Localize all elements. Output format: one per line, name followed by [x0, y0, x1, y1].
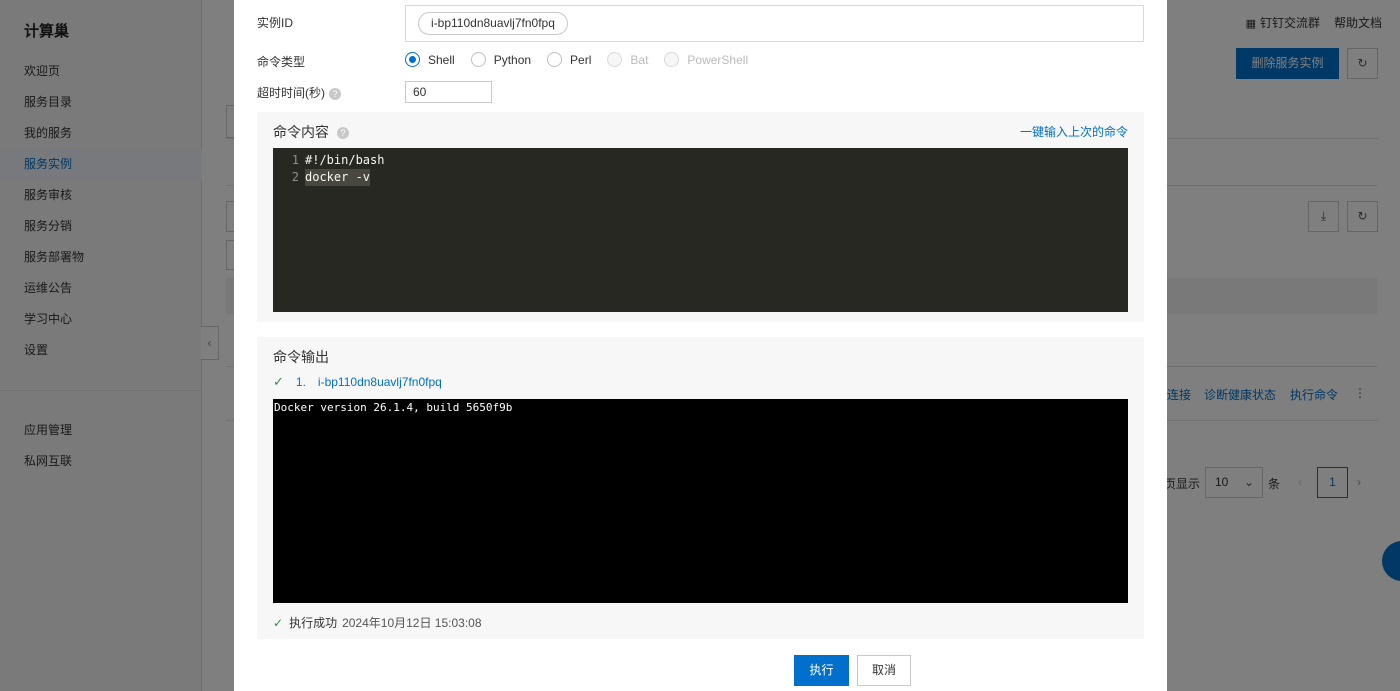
code-line: 1 #!/bin/bash — [291, 153, 385, 167]
status-time: 2024年10月12日 15:03:08 — [342, 616, 482, 630]
instance-id-tag: i-bp110dn8uavlj7fn0fpq — [418, 12, 568, 35]
code-editor[interactable]: 1 #!/bin/bash 2 docker -v — [273, 148, 1128, 312]
output-index: 1. — [295, 375, 306, 389]
check-icon: ✓ — [273, 374, 284, 389]
command-type-radio-group: Shell Python Perl Bat PowerShell — [405, 52, 764, 67]
load-last-command-link[interactable]: 一键输入上次的命令 — [1020, 123, 1128, 140]
output-terminal: Docker version 26.1.4, build 5650f9b — [273, 399, 1128, 603]
help-icon[interactable]: ? — [337, 127, 349, 140]
run-command-dialog: 实例ID i-bp110dn8uavlj7fn0fpq 命令类型 Shell P… — [234, 0, 1167, 691]
instance-id-label: 实例ID — [257, 16, 294, 30]
radio-perl[interactable]: Perl — [547, 52, 591, 67]
execute-button[interactable]: 执行 — [794, 655, 849, 686]
instance-id-field[interactable]: i-bp110dn8uavlj7fn0fpq — [405, 5, 1144, 42]
timeout-label: 超时时间(秒)? — [257, 84, 341, 101]
command-content-title: 命令内容? — [273, 122, 349, 142]
help-icon[interactable]: ? — [329, 87, 341, 100]
code-line: 2 docker -v — [291, 169, 371, 186]
execution-status: ✓ 执行成功 2024年10月12日 15:03:08 — [273, 614, 482, 631]
status-text: 执行成功 — [289, 616, 338, 630]
command-content-panel: 命令内容? 一键输入上次的命令 1 #!/bin/bash 2 docker -… — [257, 112, 1144, 322]
command-output-title: 命令输出 — [273, 349, 329, 365]
radio-shell[interactable]: Shell — [405, 52, 455, 67]
cancel-button[interactable]: 取消 — [857, 655, 911, 686]
output-instance-link[interactable]: i-bp110dn8uavlj7fn0fpq — [318, 375, 442, 389]
check-icon: ✓ — [273, 615, 284, 630]
command-type-label: 命令类型 — [257, 55, 306, 69]
radio-python[interactable]: Python — [470, 52, 531, 67]
command-output-panel: 命令输出 ✓ 1. i-bp110dn8uavlj7fn0fpq Docker … — [257, 337, 1144, 639]
radio-powershell: PowerShell — [664, 52, 748, 67]
radio-bat: Bat — [607, 52, 648, 67]
timeout-input[interactable]: 60 — [405, 81, 492, 103]
output-result-row[interactable]: ✓ 1. i-bp110dn8uavlj7fn0fpq — [273, 374, 442, 390]
